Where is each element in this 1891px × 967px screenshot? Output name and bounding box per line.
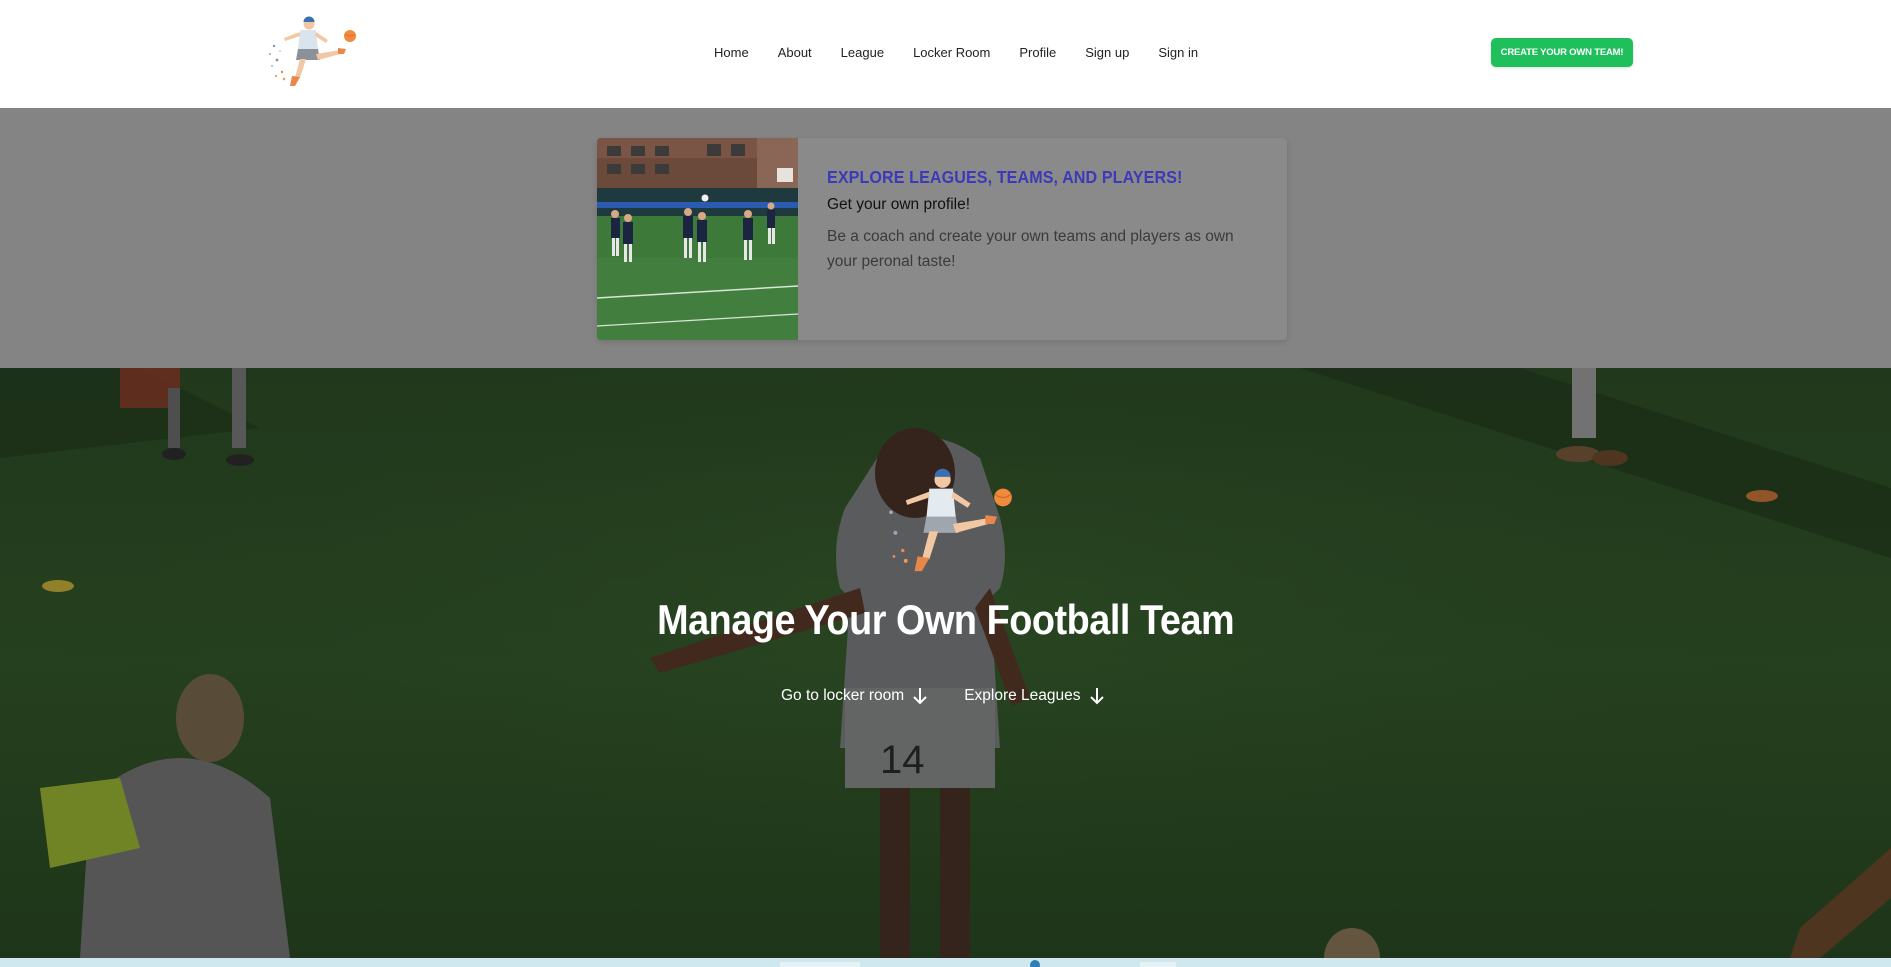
site-logo[interactable] <box>262 16 362 92</box>
hero-background-photo: 14 <box>0 368 1891 958</box>
explore-leagues-label: Explore Leagues <box>964 687 1081 704</box>
nav-item-league[interactable]: League <box>841 45 884 60</box>
arrow-down-icon <box>913 688 927 705</box>
next-section-dot <box>1030 960 1040 967</box>
hero-links: Go to locker room Explore Leagues <box>781 686 1105 706</box>
hero-title: Manage Your Own Football Team <box>0 596 1891 644</box>
hero-section: 14 Manage Your Own Football Team Go to l… <box>0 368 1891 958</box>
next-section-element <box>1140 962 1176 967</box>
nav-item-locker-room[interactable]: Locker Room <box>913 45 990 60</box>
hero-footballer-logo <box>872 468 1022 580</box>
nav-item-profile[interactable]: Profile <box>1019 45 1056 60</box>
main-nav: Home About League Locker Room Profile Si… <box>714 0 1198 104</box>
next-section-element <box>780 962 860 967</box>
go-to-locker-room-link[interactable]: Go to locker room <box>781 686 928 706</box>
next-section-edge <box>0 958 1891 967</box>
nav-item-sign-in[interactable]: Sign in <box>1158 45 1198 60</box>
explore-leagues-link[interactable]: Explore Leagues <box>964 686 1104 706</box>
navbar: Home About League Locker Room Profile Si… <box>0 0 1891 108</box>
arrow-down-icon <box>1089 688 1104 705</box>
nav-item-about[interactable]: About <box>778 45 812 60</box>
card-title: EXPLORE LEAGUES, TEAMS, AND PLAYERS! <box>827 167 1183 187</box>
hero-title-text: Manage Your Own Football Team <box>656 596 1235 643</box>
card-subtitle: Get your own profile! <box>827 196 971 213</box>
card-description: Be a coach and create your own teams and… <box>827 228 1234 270</box>
feature-section: EXPLORE LEAGUES, TEAMS, AND PLAYERS! Get… <box>0 108 1891 368</box>
card-team-photo <box>597 138 799 340</box>
feature-card: EXPLORE LEAGUES, TEAMS, AND PLAYERS! Get… <box>597 138 1287 340</box>
create-team-button[interactable]: CREATE YOUR OWN TEAM! <box>1491 38 1633 67</box>
nav-item-home[interactable]: Home <box>714 45 749 60</box>
go-to-locker-room-label: Go to locker room <box>781 687 905 704</box>
nav-item-sign-up[interactable]: Sign up <box>1085 45 1129 60</box>
